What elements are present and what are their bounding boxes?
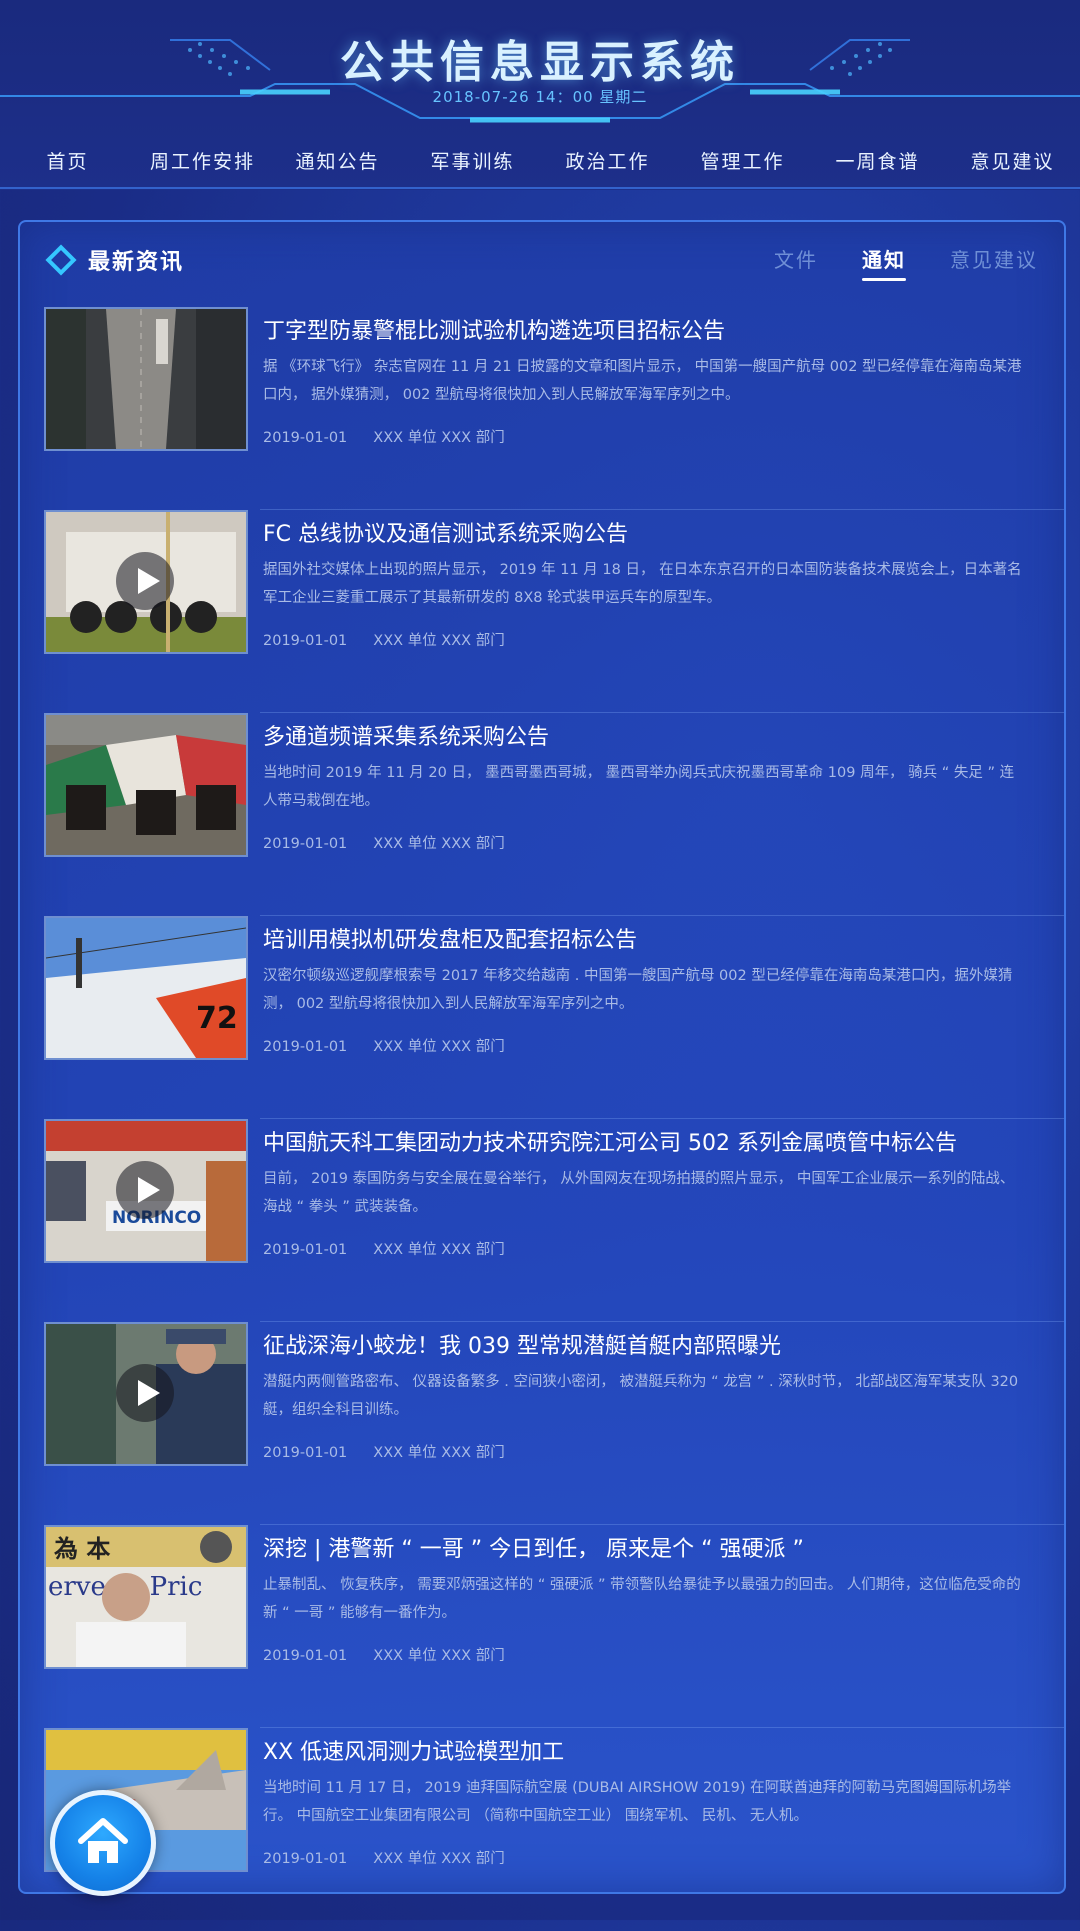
play-icon[interactable]	[116, 1161, 174, 1219]
banner-text: 為 本	[54, 1535, 110, 1563]
news-date: 2019-01-01	[263, 633, 348, 649]
tab-files[interactable]: 文件	[774, 244, 818, 281]
news-department: XXX 单位 XXX 部门	[373, 1242, 505, 1258]
list-item[interactable]: 征战深海小蛟龙！我 039 型常规潜艇首艇内部照曝光 潜艇内两侧管路密布、 仪器…	[20, 1322, 1064, 1525]
nav-item-weekly-schedule[interactable]: 周工作安排	[135, 140, 270, 184]
news-department: XXX 单位 XXX 部门	[373, 836, 505, 852]
header: 公共信息显示系统 2018-07-26 14：00 星期二 首页 周工作安排 通…	[0, 0, 1080, 190]
news-date: 2019-01-01	[263, 1851, 348, 1867]
news-summary: 潜艇内两侧管路密布、 仪器设备繁多 . 空间狭小密闭， 被潜艇兵称为 “ 龙宫 …	[263, 1374, 1019, 1418]
tab-notices[interactable]: 通知	[862, 244, 906, 281]
ship-number: 72	[196, 1001, 238, 1036]
news-thumbnail[interactable]: NORINCO	[44, 1119, 248, 1263]
panel-header: 最新资讯	[45, 240, 185, 280]
news-date: 2019-01-01	[263, 1242, 348, 1258]
news-meta: 2019-01-01 XXX 单位 XXX 部门	[263, 1238, 531, 1259]
aircraft-carrier-image	[46, 309, 246, 449]
list-item[interactable]: XX 低速风洞测力试验模型加工 当地时间 11 月 17 日， 2019 迪拜国…	[20, 1728, 1064, 1931]
news-thumbnail[interactable]	[44, 1322, 248, 1466]
list-item[interactable]: FC 总线协议及通信测试系统采购公告 据国外社交媒体上出现的照片显示， 2019…	[20, 510, 1064, 713]
news-panel: 最新资讯 文件 通知 意见建议 丁字型防暴警棍比测试验机构遴选项目招标公告 据 …	[18, 220, 1066, 1894]
news-title[interactable]: 中国航天科工集团动力技术研究院江河公司 502 系列金属喷管中标公告	[263, 1125, 957, 1157]
news-department: XXX 单位 XXX 部门	[373, 430, 505, 446]
list-item[interactable]: 多通道频谱采集系统采购公告 当地时间 2019 年 11 月 20 日， 墨西哥…	[20, 713, 1064, 916]
news-thumbnail[interactable]	[44, 510, 248, 654]
nav-item-notices[interactable]: 通知公告	[270, 140, 405, 184]
panel-title: 最新资讯	[88, 250, 185, 275]
list-item[interactable]: 丁字型防暴警棍比测试验机构遴选项目招标公告 据 《环球飞行》 杂志官网在 11 …	[20, 307, 1064, 510]
news-department: XXX 单位 XXX 部门	[373, 633, 505, 649]
news-date: 2019-01-01	[263, 1445, 348, 1461]
list-item[interactable]: NORINCO 中国航天科工集团动力技术研究院江河公司 502 系列金属喷管中标…	[20, 1119, 1064, 1322]
news-department: XXX 单位 XXX 部门	[373, 1648, 505, 1664]
news-thumbnail[interactable]: 72	[44, 916, 248, 1060]
nav-item-suggestions[interactable]: 意见建议	[945, 140, 1080, 184]
news-date: 2019-01-01	[263, 430, 348, 446]
news-title[interactable]: 培训用模拟机研发盘柜及配套招标公告	[263, 922, 637, 954]
news-meta: 2019-01-01 XXX 单位 XXX 部门	[263, 426, 531, 447]
parade-image	[46, 715, 246, 855]
news-title[interactable]: FC 总线协议及通信测试系统采购公告	[263, 516, 628, 548]
news-thumbnail[interactable]	[44, 307, 248, 451]
news-thumbnail[interactable]: 為 本 erve th Pric	[44, 1525, 248, 1669]
page-title: 公共信息显示系统	[340, 37, 740, 88]
news-title[interactable]: 深挖 | 港警新 “ 一哥 ” 今日到任， 原来是个 “ 强硬派 ”	[263, 1531, 804, 1563]
nav-item-management[interactable]: 管理工作	[675, 140, 810, 184]
nav-item-military-training[interactable]: 军事训练	[405, 140, 540, 184]
news-meta: 2019-01-01 XXX 单位 XXX 部门	[263, 1441, 531, 1462]
news-department: XXX 单位 XXX 部门	[373, 1039, 505, 1055]
diamond-icon	[45, 244, 77, 276]
news-meta: 2019-01-01 XXX 单位 XXX 部门	[263, 1847, 531, 1868]
news-date: 2019-01-01	[263, 836, 348, 852]
play-icon[interactable]	[116, 552, 174, 610]
police-chief-image: 為 本 erve th Pric	[46, 1527, 246, 1667]
news-summary: 当地时间 11 月 17 日， 2019 迪拜国际航空展 (DUBAI AIRS…	[263, 1780, 1012, 1824]
main-nav: 首页 周工作安排 通知公告 军事训练 政治工作 管理工作 一周食谱 意见建议	[0, 140, 1080, 184]
nav-item-home[interactable]: 首页	[0, 140, 135, 184]
news-title[interactable]: XX 低速风洞测力试验模型加工	[263, 1734, 564, 1766]
nav-divider	[0, 187, 1080, 189]
tab-suggestions[interactable]: 意见建议	[950, 244, 1038, 281]
news-department: XXX 单位 XXX 部门	[373, 1445, 505, 1461]
home-button[interactable]	[50, 1790, 156, 1896]
news-meta: 2019-01-01 XXX 单位 XXX 部门	[263, 832, 531, 853]
news-date: 2019-01-01	[263, 1648, 348, 1664]
news-title[interactable]: 丁字型防暴警棍比测试验机构遴选项目招标公告	[263, 313, 725, 345]
datetime: 2018-07-26 14：00 星期二	[432, 88, 648, 106]
panel-tabs: 文件 通知 意见建议	[774, 244, 1038, 281]
home-icon	[78, 1818, 128, 1863]
news-title[interactable]: 征战深海小蛟龙！我 039 型常规潜艇首艇内部照曝光	[263, 1328, 781, 1360]
news-meta: 2019-01-01 XXX 单位 XXX 部门	[263, 1644, 531, 1665]
news-summary: 目前， 2019 泰国防务与安全展在曼谷举行， 从外国网友在现场拍摄的照片显示，…	[263, 1171, 1015, 1215]
news-summary: 据国外社交媒体上出现的照片显示， 2019 年 11 月 18 日， 在日本东京…	[263, 562, 1022, 606]
news-date: 2019-01-01	[263, 1039, 348, 1055]
news-thumbnail[interactable]	[44, 713, 248, 857]
news-summary: 据 《环球飞行》 杂志官网在 11 月 21 日披露的文章和图片显示， 中国第一…	[263, 359, 1022, 403]
list-item[interactable]: 為 本 erve th Pric 深挖 | 港警新 “ 一哥 ” 今日到任， 原…	[20, 1525, 1064, 1728]
nav-item-political-work[interactable]: 政治工作	[540, 140, 675, 184]
news-summary: 止暴制乱、 恢复秩序， 需要邓炳强这样的 “ 强硬派 ” 带领警队给暴徒予以最强…	[263, 1577, 1021, 1621]
news-meta: 2019-01-01 XXX 单位 XXX 部门	[263, 1035, 531, 1056]
patrol-ship-image: 72	[46, 918, 246, 1058]
list-item[interactable]: 72 培训用模拟机研发盘柜及配套招标公告 汉密尔顿级巡逻舰摩根索号 2017 年…	[20, 916, 1064, 1119]
news-department: XXX 单位 XXX 部门	[373, 1851, 505, 1867]
news-summary: 当地时间 2019 年 11 月 20 日， 墨西哥墨西哥城， 墨西哥举办阅兵式…	[263, 765, 1015, 809]
nav-item-weekly-menu[interactable]: 一周食谱	[810, 140, 945, 184]
news-title[interactable]: 多通道频谱采集系统采购公告	[263, 719, 549, 751]
news-list: 丁字型防暴警棍比测试验机构遴选项目招标公告 据 《环球飞行》 杂志官网在 11 …	[20, 307, 1064, 1931]
news-meta: 2019-01-01 XXX 单位 XXX 部门	[263, 629, 531, 650]
news-summary: 汉密尔顿级巡逻舰摩根索号 2017 年移交给越南 . 中国第一艘国产航母 002…	[263, 968, 1013, 1012]
play-icon[interactable]	[116, 1364, 174, 1422]
